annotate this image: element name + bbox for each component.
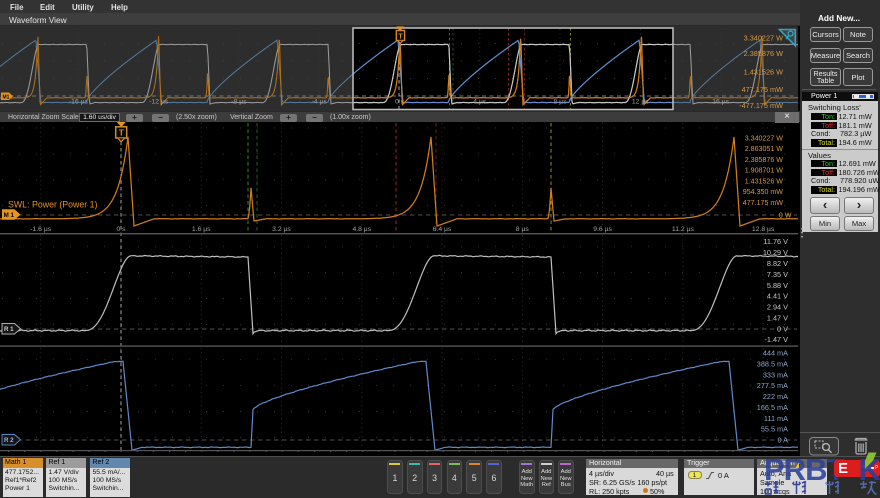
svg-text:7.35 V: 7.35 V <box>767 270 788 279</box>
svg-text:0 W: 0 W <box>779 211 792 219</box>
svg-text:16 µs: 16 µs <box>712 99 729 106</box>
svg-text:0 V: 0 V <box>777 324 788 333</box>
svg-text:-8 µs: -8 µs <box>231 99 247 106</box>
svg-text:0 A: 0 A <box>777 436 788 445</box>
svg-text:2.863051 W: 2.863051 W <box>745 145 784 153</box>
svg-text:3.2 µs: 3.2 µs <box>272 226 291 233</box>
svg-text:-4 µs: -4 µs <box>312 99 328 106</box>
svg-text:4.8 µs: 4.8 µs <box>352 226 371 233</box>
svg-text:1.6 µs: 1.6 µs <box>192 226 211 233</box>
svg-text:0 s: 0 s <box>395 99 405 106</box>
svg-text:333 mA: 333 mA <box>763 370 788 379</box>
svg-text:R 2: R 2 <box>4 437 14 444</box>
svg-text:12 µs: 12 µs <box>632 99 649 106</box>
svg-text:M 1: M 1 <box>4 212 15 219</box>
svg-text:388.5 mA: 388.5 mA <box>757 359 788 368</box>
svg-text:1.431526 W: 1.431526 W <box>744 67 783 76</box>
svg-text:T: T <box>119 128 125 138</box>
svg-text:-1.6 µs: -1.6 µs <box>30 226 52 233</box>
svg-text:3.340227 W: 3.340227 W <box>745 134 784 142</box>
svg-text:444 mA: 444 mA <box>763 349 788 358</box>
svg-text:0 s: 0 s <box>116 226 126 233</box>
svg-text:SWL: Power (Power 1): SWL: Power (Power 1) <box>8 200 98 210</box>
svg-text:6.4 µs: 6.4 µs <box>433 226 452 233</box>
svg-text:10.29 V: 10.29 V <box>763 248 788 257</box>
svg-text:8.82 V: 8.82 V <box>767 259 788 268</box>
svg-text:1.47 V: 1.47 V <box>767 313 788 322</box>
svg-text:277.5 mA: 277.5 mA <box>757 381 788 390</box>
svg-text:T: T <box>398 34 403 41</box>
svg-text:4 µs: 4 µs <box>473 99 487 106</box>
svg-text:5.88 V: 5.88 V <box>767 281 788 290</box>
svg-text:11.2 µs: 11.2 µs <box>672 226 695 233</box>
svg-text:11.76 V: 11.76 V <box>763 237 788 246</box>
svg-text:166.5 mA: 166.5 mA <box>757 403 788 412</box>
svg-text:111 mA: 111 mA <box>764 414 788 423</box>
svg-text:477.175 mW: 477.175 mW <box>742 85 783 94</box>
svg-text:1.908701 W: 1.908701 W <box>745 167 784 175</box>
svg-text:2.385876 W: 2.385876 W <box>745 156 784 164</box>
svg-text:954.350 mW: 954.350 mW <box>743 188 784 196</box>
svg-text:3.340227 W: 3.340227 W <box>744 34 783 43</box>
svg-text:222 mA: 222 mA <box>763 392 788 401</box>
svg-text:2.94 V: 2.94 V <box>767 303 788 312</box>
svg-text:1.431526 W: 1.431526 W <box>745 178 784 186</box>
svg-text:R 1: R 1 <box>4 326 14 333</box>
svg-text:-1.47 V: -1.47 V <box>764 335 788 344</box>
svg-text:9.6 µs: 9.6 µs <box>593 226 612 233</box>
svg-text:12.8 µs: 12.8 µs <box>752 226 775 233</box>
svg-text:-477.175 mW: -477.175 mW <box>739 101 783 110</box>
svg-text:M1: M1 <box>3 95 10 101</box>
svg-text:55.5 mA: 55.5 mA <box>761 425 788 434</box>
svg-text:8 µs: 8 µs <box>554 99 568 106</box>
svg-text:4.41 V: 4.41 V <box>767 292 788 301</box>
svg-text:477.175 mW: 477.175 mW <box>743 199 784 207</box>
svg-text:-16 µs: -16 µs <box>69 99 89 106</box>
svg-text:8 µs: 8 µs <box>516 226 530 233</box>
svg-text:2.385876 W: 2.385876 W <box>744 49 783 58</box>
svg-text:-12 µs: -12 µs <box>149 99 169 106</box>
